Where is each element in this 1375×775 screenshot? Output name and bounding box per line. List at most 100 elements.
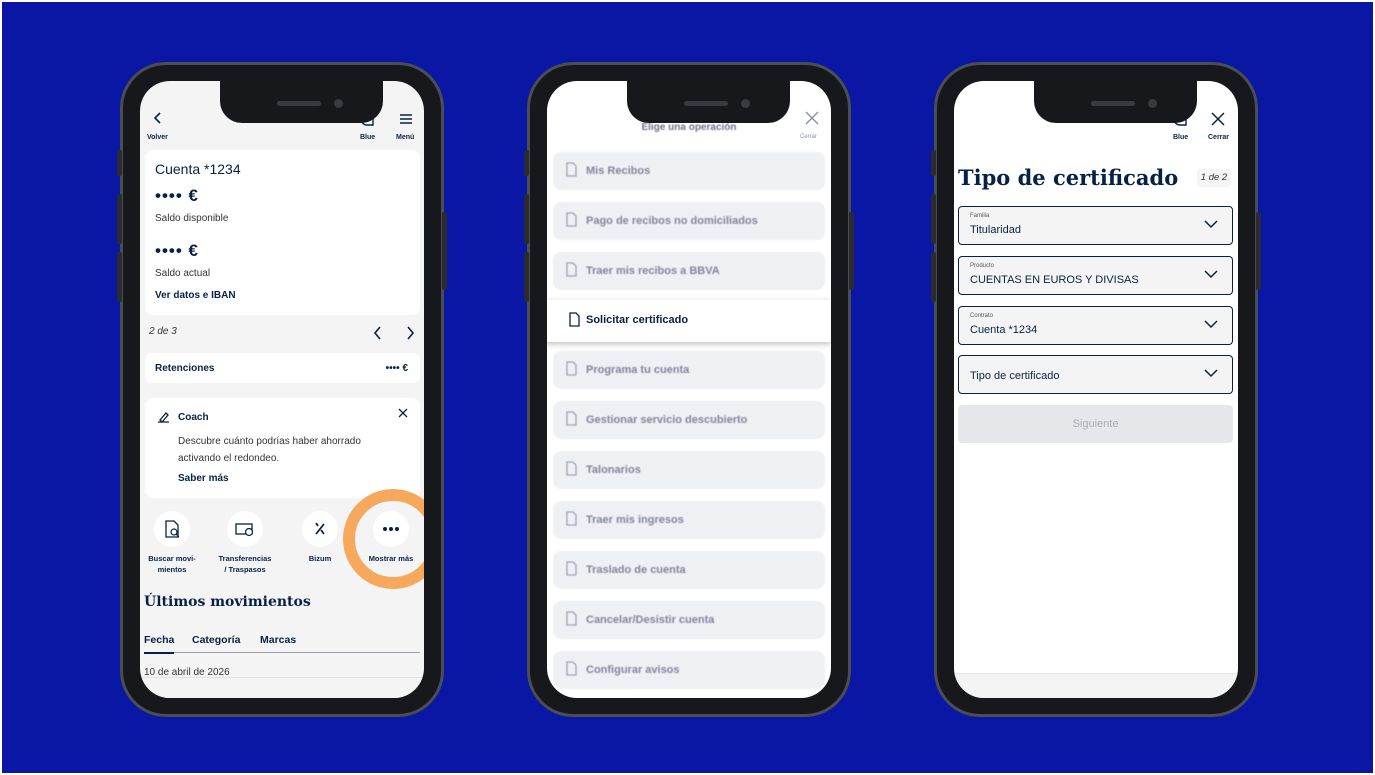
coach-title: Coach [178, 412, 209, 423]
document-icon [566, 511, 577, 526]
close-button[interactable] [804, 110, 820, 126]
action-label-line1: Bizum [308, 554, 332, 563]
operation-label: Mis Recibos [586, 165, 651, 177]
action-label-line1: Buscar movi- [148, 554, 196, 563]
operations-title: Elige una operación [641, 122, 737, 133]
pager-count: 2 de 3 [149, 326, 177, 337]
operation-label: Gestionar servicio descubierto [586, 414, 748, 426]
active-tab-indicator [144, 652, 174, 654]
operation-schedule-account[interactable]: Programa tu cuenta [553, 351, 825, 389]
operation-label: Solicitar certificado [586, 314, 689, 326]
next-button[interactable]: Siguiente [958, 405, 1233, 443]
movements-title: Últimos movimientos [144, 594, 311, 610]
bizum-icon [302, 511, 338, 547]
phone-certificate: Solicitar certificado Blue Cerrar Tipo d… [931, 62, 1261, 717]
sort-icon [566, 411, 577, 426]
action-label-line2: mientos [157, 565, 187, 574]
field-placeholder: Tipo de certificado [970, 370, 1060, 382]
chevron-down-icon [1204, 220, 1218, 229]
contract-select[interactable]: Contrato Cuenta *1234 [958, 306, 1233, 345]
operation-overdraft-service[interactable]: Gestionar servicio descubierto [553, 401, 825, 439]
operation-label: Pago de recibos no domiciliados [586, 215, 758, 227]
balance-available: •••• € [155, 186, 199, 205]
chevron-right-icon [407, 326, 415, 340]
close-label: Cerrar [800, 134, 818, 140]
chevron-down-icon [1204, 369, 1218, 378]
receipt-icon [566, 162, 577, 177]
step-indicator: 1 de 2 [1197, 169, 1231, 187]
field-label: Producto [970, 263, 995, 269]
operation-unpaid-receipts[interactable]: Pago de recibos no domiciliados [553, 202, 825, 240]
balance-current-label: Saldo actual [155, 268, 211, 279]
menu-button[interactable] [399, 113, 413, 125]
field-value: Titularidad [970, 224, 1021, 236]
retentions-row[interactable]: Retenciones •••• € [145, 353, 420, 383]
cancel-circle-icon [566, 611, 577, 626]
card-icon [566, 561, 577, 576]
field-label: Familia [970, 213, 990, 219]
operation-request-certificate[interactable]: Solicitar certificado [547, 300, 831, 342]
operation-checkbooks[interactable]: Talonarios [553, 451, 825, 489]
tab-date[interactable]: Fecha [144, 634, 174, 646]
product-select[interactable]: Producto CUENTAS EN EUROS Y DIVISAS [958, 256, 1233, 295]
close-label: Cerrar [1208, 134, 1230, 141]
action-transfers[interactable]: Transferencias / Traspasos [209, 509, 281, 575]
action-search-movements[interactable]: Buscar movi-mientos [141, 509, 203, 575]
account-card: Cuenta *1234 •••• € Saldo disponible •••… [145, 150, 420, 315]
operation-account-transfer[interactable]: Traslado de cuenta [553, 551, 825, 589]
family-select[interactable]: Familia Titularidad [958, 206, 1233, 245]
operation-label: Traslado de cuenta [586, 564, 686, 576]
receipt-icon [566, 212, 577, 227]
checkbook-icon [566, 461, 577, 476]
coach-link[interactable]: Saber más [178, 473, 229, 484]
operation-label: Programa tu cuenta [586, 364, 690, 376]
coach-icon [156, 410, 171, 424]
action-label-line1: Transferencias [218, 554, 272, 563]
operation-label: Traer mis ingresos [586, 514, 684, 526]
account-name: Cuenta *1234 [155, 161, 241, 177]
operation-label: Configurar avisos [586, 664, 680, 676]
receipt-icon [566, 262, 577, 277]
operation-configure-alerts[interactable]: Configurar avisos [553, 651, 825, 689]
action-label-line2: / Traspasos [224, 565, 266, 574]
bottom-bar [954, 673, 1238, 698]
page-title: Tipo de certificado [958, 165, 1179, 190]
previous-account-button[interactable] [372, 325, 384, 341]
tabs-divider [144, 652, 420, 653]
certificate-type-select[interactable]: Tipo de certificado [958, 355, 1233, 394]
bottom-bar [140, 677, 424, 698]
view-iban-link[interactable]: Ver datos e IBAN [155, 290, 236, 301]
close-icon [398, 408, 408, 418]
coach-card: Coach Descubre cuánto podrías haber ahor… [145, 398, 420, 498]
play-circle-icon [566, 361, 577, 376]
tab-category[interactable]: Categoría [192, 634, 240, 646]
next-account-button[interactable] [404, 325, 416, 341]
blue-label: Blue [1173, 134, 1189, 141]
background-canvas: Volver Cuenta *1234 Blue Menú Cuenta *12… [2, 2, 1373, 773]
phone-account: Volver Cuenta *1234 Blue Menú Cuenta *12… [117, 62, 447, 717]
operation-cancel-account[interactable]: Cancelar/Desistir cuenta [553, 601, 825, 639]
close-button[interactable] [1210, 111, 1226, 127]
tab-brands[interactable]: Marcas [260, 634, 296, 646]
balance-available-label: Saldo disponible [155, 213, 229, 224]
action-bizum[interactable]: Bizum [297, 509, 343, 564]
menu-label: Menú [396, 134, 415, 141]
field-value: Cuenta *1234 [970, 324, 1038, 336]
operation-label: Cancelar/Desistir cuenta [586, 614, 715, 626]
coach-text: Descubre cuánto podrías haber ahorrado a… [178, 436, 361, 464]
coach-close-button[interactable] [398, 408, 408, 418]
chevron-left-icon [373, 326, 381, 340]
operation-label: Talonarios [586, 464, 641, 476]
operation-bring-income[interactable]: Traer mis ingresos [553, 501, 825, 539]
transfer-icon [227, 511, 263, 547]
back-label: Volver [147, 134, 168, 141]
field-value: CUENTAS EN EUROS Y DIVISAS [970, 274, 1139, 286]
retentions-value: •••• € [385, 363, 408, 374]
phone-operations: Elige una operación Cerrar Mis Recibos Pa… [524, 62, 854, 717]
chevron-down-icon [1204, 270, 1218, 279]
hamburger-icon [400, 114, 412, 124]
certificate-screen: Solicitar certificado Blue Cerrar Tipo d… [954, 81, 1238, 698]
operation-bring-receipts[interactable]: Traer mis recibos a BBVA [553, 252, 825, 290]
operations-screen: Elige una operación Cerrar Mis Recibos Pa… [547, 81, 831, 698]
operation-receipts[interactable]: Mis Recibos [553, 152, 825, 190]
